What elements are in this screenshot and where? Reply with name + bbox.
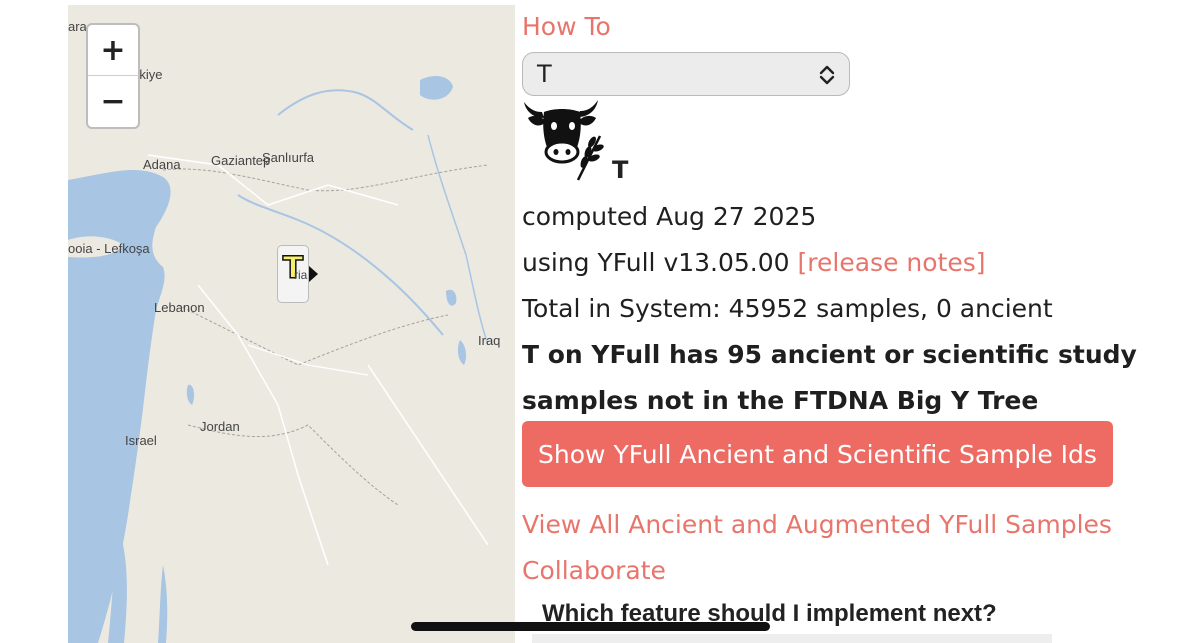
ancient-notice-line1: T on YFull has 95 ancient or scientific … — [522, 340, 1137, 369]
yfull-version-line: using YFull v13.05.00 [release notes] — [522, 248, 986, 277]
show-sample-ids-button[interactable]: Show YFull Ancient and Scientific Sample… — [522, 421, 1113, 487]
zoom-out-button[interactable]: − — [88, 76, 138, 127]
haplogroup-info-panel: How To T T computed Aug 27 2025 using YF… — [522, 0, 1137, 643]
release-notes-link[interactable]: [release notes] — [798, 248, 986, 277]
map-label-syria: ria — [294, 268, 308, 282]
computed-date: computed Aug 27 2025 — [522, 202, 817, 231]
haplogroup-map-marker[interactable]: T ria — [277, 245, 318, 303]
zoom-control: + − — [86, 23, 140, 129]
haplogroup-select-value: T — [537, 60, 552, 88]
poll-box — [532, 634, 1052, 643]
map-label-israel: Israel — [125, 433, 157, 448]
map-label-adana: Adana — [143, 157, 181, 172]
ancient-notice-line2: samples not in the FTDNA Big Y Tree — [522, 386, 1039, 415]
map-view[interactable]: ara rkiye Adana Gaziantep Şanlıurfa ooia… — [68, 5, 515, 643]
haplogroup-name: T — [612, 156, 629, 184]
how-to-link[interactable]: How To — [522, 12, 611, 41]
haplogroup-select[interactable]: T — [522, 52, 850, 96]
chevron-updown-icon — [819, 65, 835, 85]
collaborate-link[interactable]: Collaborate — [522, 556, 666, 585]
map-label-lebanon: Lebanon — [154, 300, 205, 315]
view-all-samples-link[interactable]: View All Ancient and Augmented YFull Sam… — [522, 510, 1112, 539]
map-label-lefkosa: ooia - Lefkoşa — [68, 241, 150, 256]
total-samples: Total in System: 45952 samples, 0 ancien… — [522, 294, 1053, 323]
home-indicator[interactable] — [411, 622, 770, 631]
zoom-in-button[interactable]: + — [88, 25, 138, 76]
marker-arrow-icon — [309, 266, 318, 282]
map-label-kara: ara — [68, 19, 87, 34]
map-label-iraq: Iraq — [478, 333, 501, 348]
map-label-jordan: Jordan — [200, 419, 240, 434]
map-label-sanliurfa: Şanlıurfa — [262, 150, 315, 165]
cow-wheat-icon — [524, 100, 604, 181]
yfull-version: using YFull v13.05.00 — [522, 248, 790, 277]
